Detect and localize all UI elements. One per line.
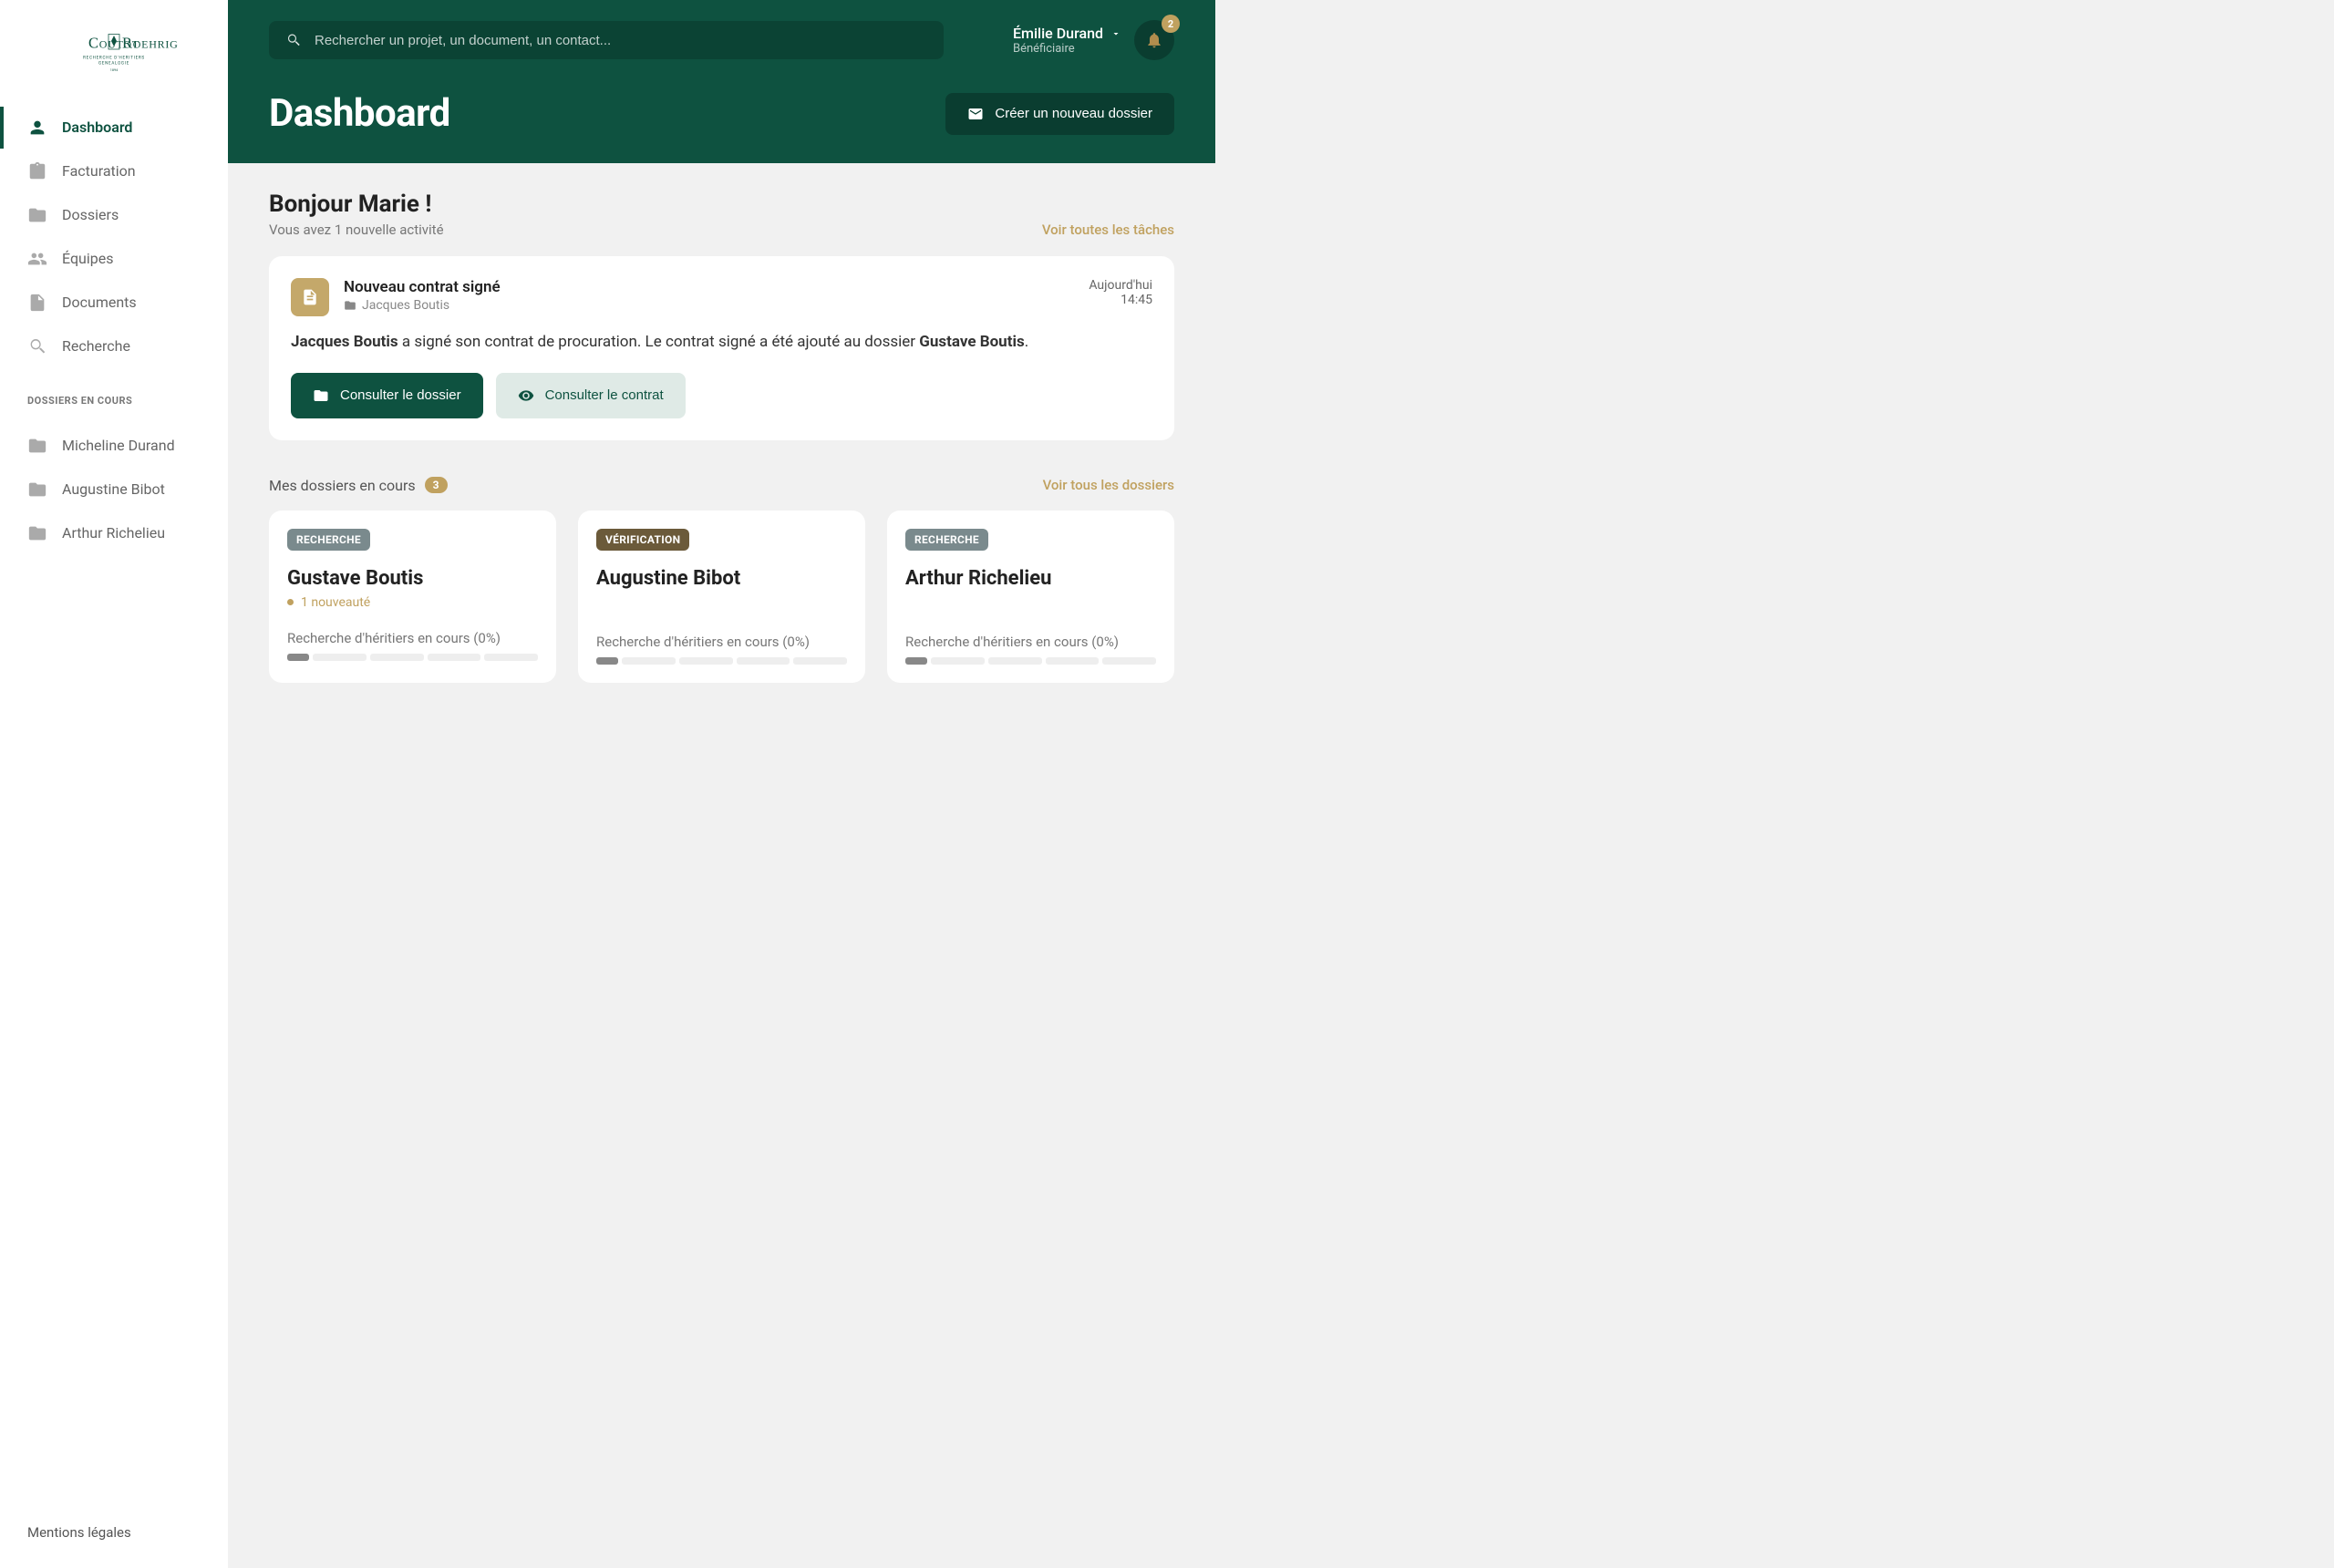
main-nav: Dashboard Facturation Dossiers Équipes D…	[0, 98, 228, 377]
folder-icon	[27, 205, 47, 225]
person-icon	[27, 118, 47, 138]
progress-bar	[596, 657, 847, 665]
nav-label: Dashboard	[62, 119, 132, 136]
nav-label: Documents	[62, 294, 137, 311]
nav-label: Facturation	[62, 162, 136, 180]
nav-dashboard[interactable]: Dashboard	[0, 107, 228, 149]
folder-icon	[344, 299, 356, 312]
logo: COUTOT ROEHRIG RECHERCHE D'HERITIERS GEN…	[0, 0, 228, 98]
document-icon	[27, 293, 47, 313]
document-icon	[291, 278, 329, 316]
eye-icon	[518, 387, 534, 404]
svg-text:1894: 1894	[110, 68, 119, 72]
greeting-subtitle: Vous avez 1 nouvelle activité	[269, 222, 444, 238]
page-title: Dashboard	[269, 91, 450, 136]
folder-label: Augustine Bibot	[62, 480, 165, 498]
nav-equipes[interactable]: Équipes	[0, 238, 228, 280]
nav-documents[interactable]: Documents	[0, 282, 228, 324]
card-title: Augustine Bibot	[596, 567, 847, 590]
svg-text:RECHERCHE D'HERITIERS: RECHERCHE D'HERITIERS	[83, 56, 145, 61]
status-tag: RECHERCHE	[287, 529, 370, 551]
bell-icon	[1145, 31, 1163, 49]
nav-label: Équipes	[62, 250, 113, 267]
dossier-card[interactable]: RECHERCHE Gustave Boutis 1 nouveauté Rec…	[269, 511, 556, 683]
status-tag: RECHERCHE	[905, 529, 988, 551]
nav-dossiers[interactable]: Dossiers	[0, 194, 228, 236]
activity-title: Nouveau contrat signé	[344, 278, 1074, 296]
card-title: Arthur Richelieu	[905, 567, 1156, 590]
nav-recherche[interactable]: Recherche	[0, 325, 228, 367]
progress-label: Recherche d'héritiers en cours (0%)	[905, 634, 1156, 650]
dossier-card[interactable]: VÉRIFICATION Augustine Bibot Recherche d…	[578, 511, 865, 683]
card-title: Gustave Boutis	[287, 567, 538, 590]
user-name: Émilie Durand	[1013, 25, 1103, 42]
view-folder-button[interactable]: Consulter le dossier	[291, 373, 483, 418]
status-tag: VÉRIFICATION	[596, 529, 689, 551]
button-label: Consulter le dossier	[340, 387, 461, 403]
new-indicator: 1 nouveauté	[287, 595, 538, 610]
legal-link[interactable]: Mentions légales	[0, 1506, 228, 1568]
user-menu[interactable]: Émilie Durand Bénéficiaire 2	[1013, 20, 1174, 60]
activity-card: Nouveau contrat signé Jacques Boutis Auj…	[269, 256, 1174, 440]
dossier-card[interactable]: RECHERCHE Arthur Richelieu Recherche d'h…	[887, 511, 1174, 683]
folder-label: Arthur Richelieu	[62, 524, 165, 542]
create-dossier-button[interactable]: Créer un nouveau dossier	[945, 93, 1174, 135]
activity-body: Jacques Boutis a signé son contrat de pr…	[291, 331, 1152, 355]
progress-label: Recherche d'héritiers en cours (0%)	[287, 630, 538, 646]
svg-text:GENEALOGIE: GENEALOGIE	[98, 61, 129, 67]
search-input[interactable]	[315, 33, 927, 48]
all-tasks-link[interactable]: Voir toutes les tâches	[1042, 222, 1174, 238]
folder-icon	[27, 436, 47, 456]
nav-facturation[interactable]: Facturation	[0, 150, 228, 192]
sidebar: COUTOT ROEHRIG RECHERCHE D'HERITIERS GEN…	[0, 0, 228, 1568]
progress-bar	[287, 654, 538, 661]
content: Bonjour Marie ! Vous avez 1 nouvelle act…	[228, 163, 1215, 719]
nav-label: Dossiers	[62, 206, 119, 223]
activity-time: 14:45	[1089, 293, 1152, 307]
svg-text:ROEHRIG: ROEHRIG	[122, 35, 179, 52]
dossiers-count: 3	[425, 477, 448, 493]
folder-icon	[313, 387, 329, 404]
search-icon	[27, 336, 47, 356]
progress-label: Recherche d'héritiers en cours (0%)	[596, 634, 847, 650]
topbar: Émilie Durand Bénéficiaire 2	[228, 0, 1215, 80]
mail-icon	[967, 106, 984, 122]
main: Émilie Durand Bénéficiaire 2 Dashboard C…	[228, 0, 1215, 817]
sidebar-folder[interactable]: Arthur Richelieu	[0, 512, 228, 554]
header: Émilie Durand Bénéficiaire 2 Dashboard C…	[228, 0, 1215, 163]
folders-nav: Micheline Durand Augustine Bibot Arthur …	[0, 416, 228, 563]
people-icon	[27, 249, 47, 269]
dossier-cards: RECHERCHE Gustave Boutis 1 nouveauté Rec…	[269, 511, 1174, 683]
sidebar-section-label: DOSSIERS EN COURS	[0, 377, 228, 416]
progress-bar	[905, 657, 1156, 665]
activity-date: Aujourd'hui	[1089, 278, 1152, 293]
activity-folder: Jacques Boutis	[344, 298, 1074, 313]
folder-icon	[27, 523, 47, 543]
sidebar-folder[interactable]: Augustine Bibot	[0, 469, 228, 511]
view-contract-button[interactable]: Consulter le contrat	[496, 373, 686, 418]
search-icon	[285, 32, 302, 48]
notification-badge: 2	[1162, 15, 1180, 33]
search-bar[interactable]	[269, 21, 944, 59]
all-dossiers-link[interactable]: Voir tous les dossiers	[1043, 477, 1174, 493]
button-label: Créer un nouveau dossier	[995, 106, 1152, 121]
sidebar-folder[interactable]: Micheline Durand	[0, 425, 228, 467]
nav-label: Recherche	[62, 337, 130, 355]
dossiers-title: Mes dossiers en cours	[269, 477, 416, 494]
user-role: Bénéficiaire	[1013, 42, 1121, 56]
button-label: Consulter le contrat	[545, 387, 664, 403]
chevron-down-icon	[1110, 28, 1121, 39]
folder-icon	[27, 480, 47, 500]
greeting-title: Bonjour Marie !	[269, 191, 444, 218]
folder-label: Micheline Durand	[62, 437, 175, 454]
clipboard-icon	[27, 161, 47, 181]
